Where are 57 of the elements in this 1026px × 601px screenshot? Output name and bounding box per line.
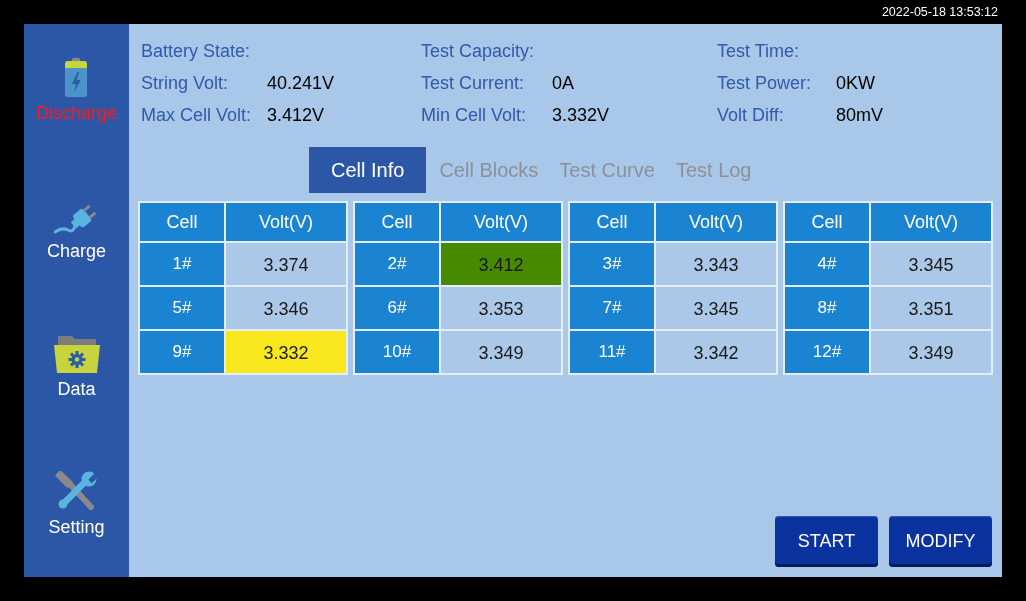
hammer-wrench-icon bbox=[53, 471, 100, 511]
info-label: String Volt: bbox=[141, 71, 230, 95]
voltage-cell: 3.353 bbox=[441, 287, 561, 329]
info-value: 80mV bbox=[836, 103, 884, 127]
cell-number: 3# bbox=[570, 243, 654, 285]
info-label: Test Current: bbox=[421, 71, 526, 95]
info-value: 3.412V bbox=[267, 103, 325, 127]
voltage-cell: 3.349 bbox=[441, 331, 561, 373]
column-header: Volt(V) bbox=[441, 203, 561, 241]
voltage-cell: 3.349 bbox=[871, 331, 991, 373]
cell-number: 1# bbox=[140, 243, 224, 285]
action-button[interactable]: START bbox=[775, 516, 878, 567]
column-header: Cell bbox=[140, 203, 224, 241]
cell-number: 9# bbox=[140, 331, 224, 373]
column-header: Volt(V) bbox=[871, 203, 991, 241]
cell-number: 7# bbox=[570, 287, 654, 329]
voltage-cell: 3.345 bbox=[871, 243, 991, 285]
action-button[interactable]: MODIFY bbox=[889, 516, 992, 567]
cell-number: 5# bbox=[140, 287, 224, 329]
info-label: Min Cell Volt: bbox=[421, 103, 528, 127]
cell-number: 11# bbox=[570, 331, 654, 373]
cell-number: 12# bbox=[785, 331, 869, 373]
folder-gear-icon bbox=[53, 335, 100, 373]
cell-number: 6# bbox=[355, 287, 439, 329]
info-value: 0A bbox=[552, 71, 575, 95]
sidebar-item[interactable]: Setting bbox=[48, 471, 105, 538]
cell-number: 4# bbox=[785, 243, 869, 285]
sidebar-item[interactable]: Data bbox=[53, 333, 100, 400]
info-label: Volt Diff: bbox=[717, 103, 785, 127]
info-value: 3.332V bbox=[552, 103, 610, 127]
column-header: Volt(V) bbox=[656, 203, 776, 241]
datetime-text: 2022-05-18 13:53:12 bbox=[881, 5, 998, 19]
info-label: Max Cell Volt: bbox=[141, 103, 253, 127]
info-value: 40.241V bbox=[267, 71, 335, 95]
cell-number: 10# bbox=[355, 331, 439, 373]
tab[interactable]: Cell Info bbox=[309, 147, 427, 193]
info-label: Test Time: bbox=[717, 39, 801, 63]
info-label: Test Power: bbox=[717, 71, 813, 95]
battery-icon bbox=[64, 58, 89, 97]
info-label: Battery State: bbox=[141, 39, 252, 63]
info-label: Test Capacity: bbox=[421, 39, 536, 63]
voltage-cell: 3.345 bbox=[656, 287, 776, 329]
cell-number: 8# bbox=[785, 287, 869, 329]
voltage-cell: 3.346 bbox=[226, 287, 346, 329]
voltage-cell: 3.343 bbox=[656, 243, 776, 285]
voltage-cell: 3.332 bbox=[226, 331, 346, 373]
column-header: Cell bbox=[570, 203, 654, 241]
voltage-cell: 3.351 bbox=[871, 287, 991, 329]
info-value: 0KW bbox=[836, 71, 875, 95]
voltage-cell: 3.342 bbox=[656, 331, 776, 373]
column-header: Cell bbox=[785, 203, 869, 241]
voltage-cell: 3.374 bbox=[226, 243, 346, 285]
cell-number: 2# bbox=[355, 243, 439, 285]
column-header: Volt(V) bbox=[226, 203, 346, 241]
column-header: Cell bbox=[355, 203, 439, 241]
voltage-cell: 3.412 bbox=[441, 243, 561, 285]
sidebar-item[interactable]: Charge bbox=[46, 195, 106, 262]
